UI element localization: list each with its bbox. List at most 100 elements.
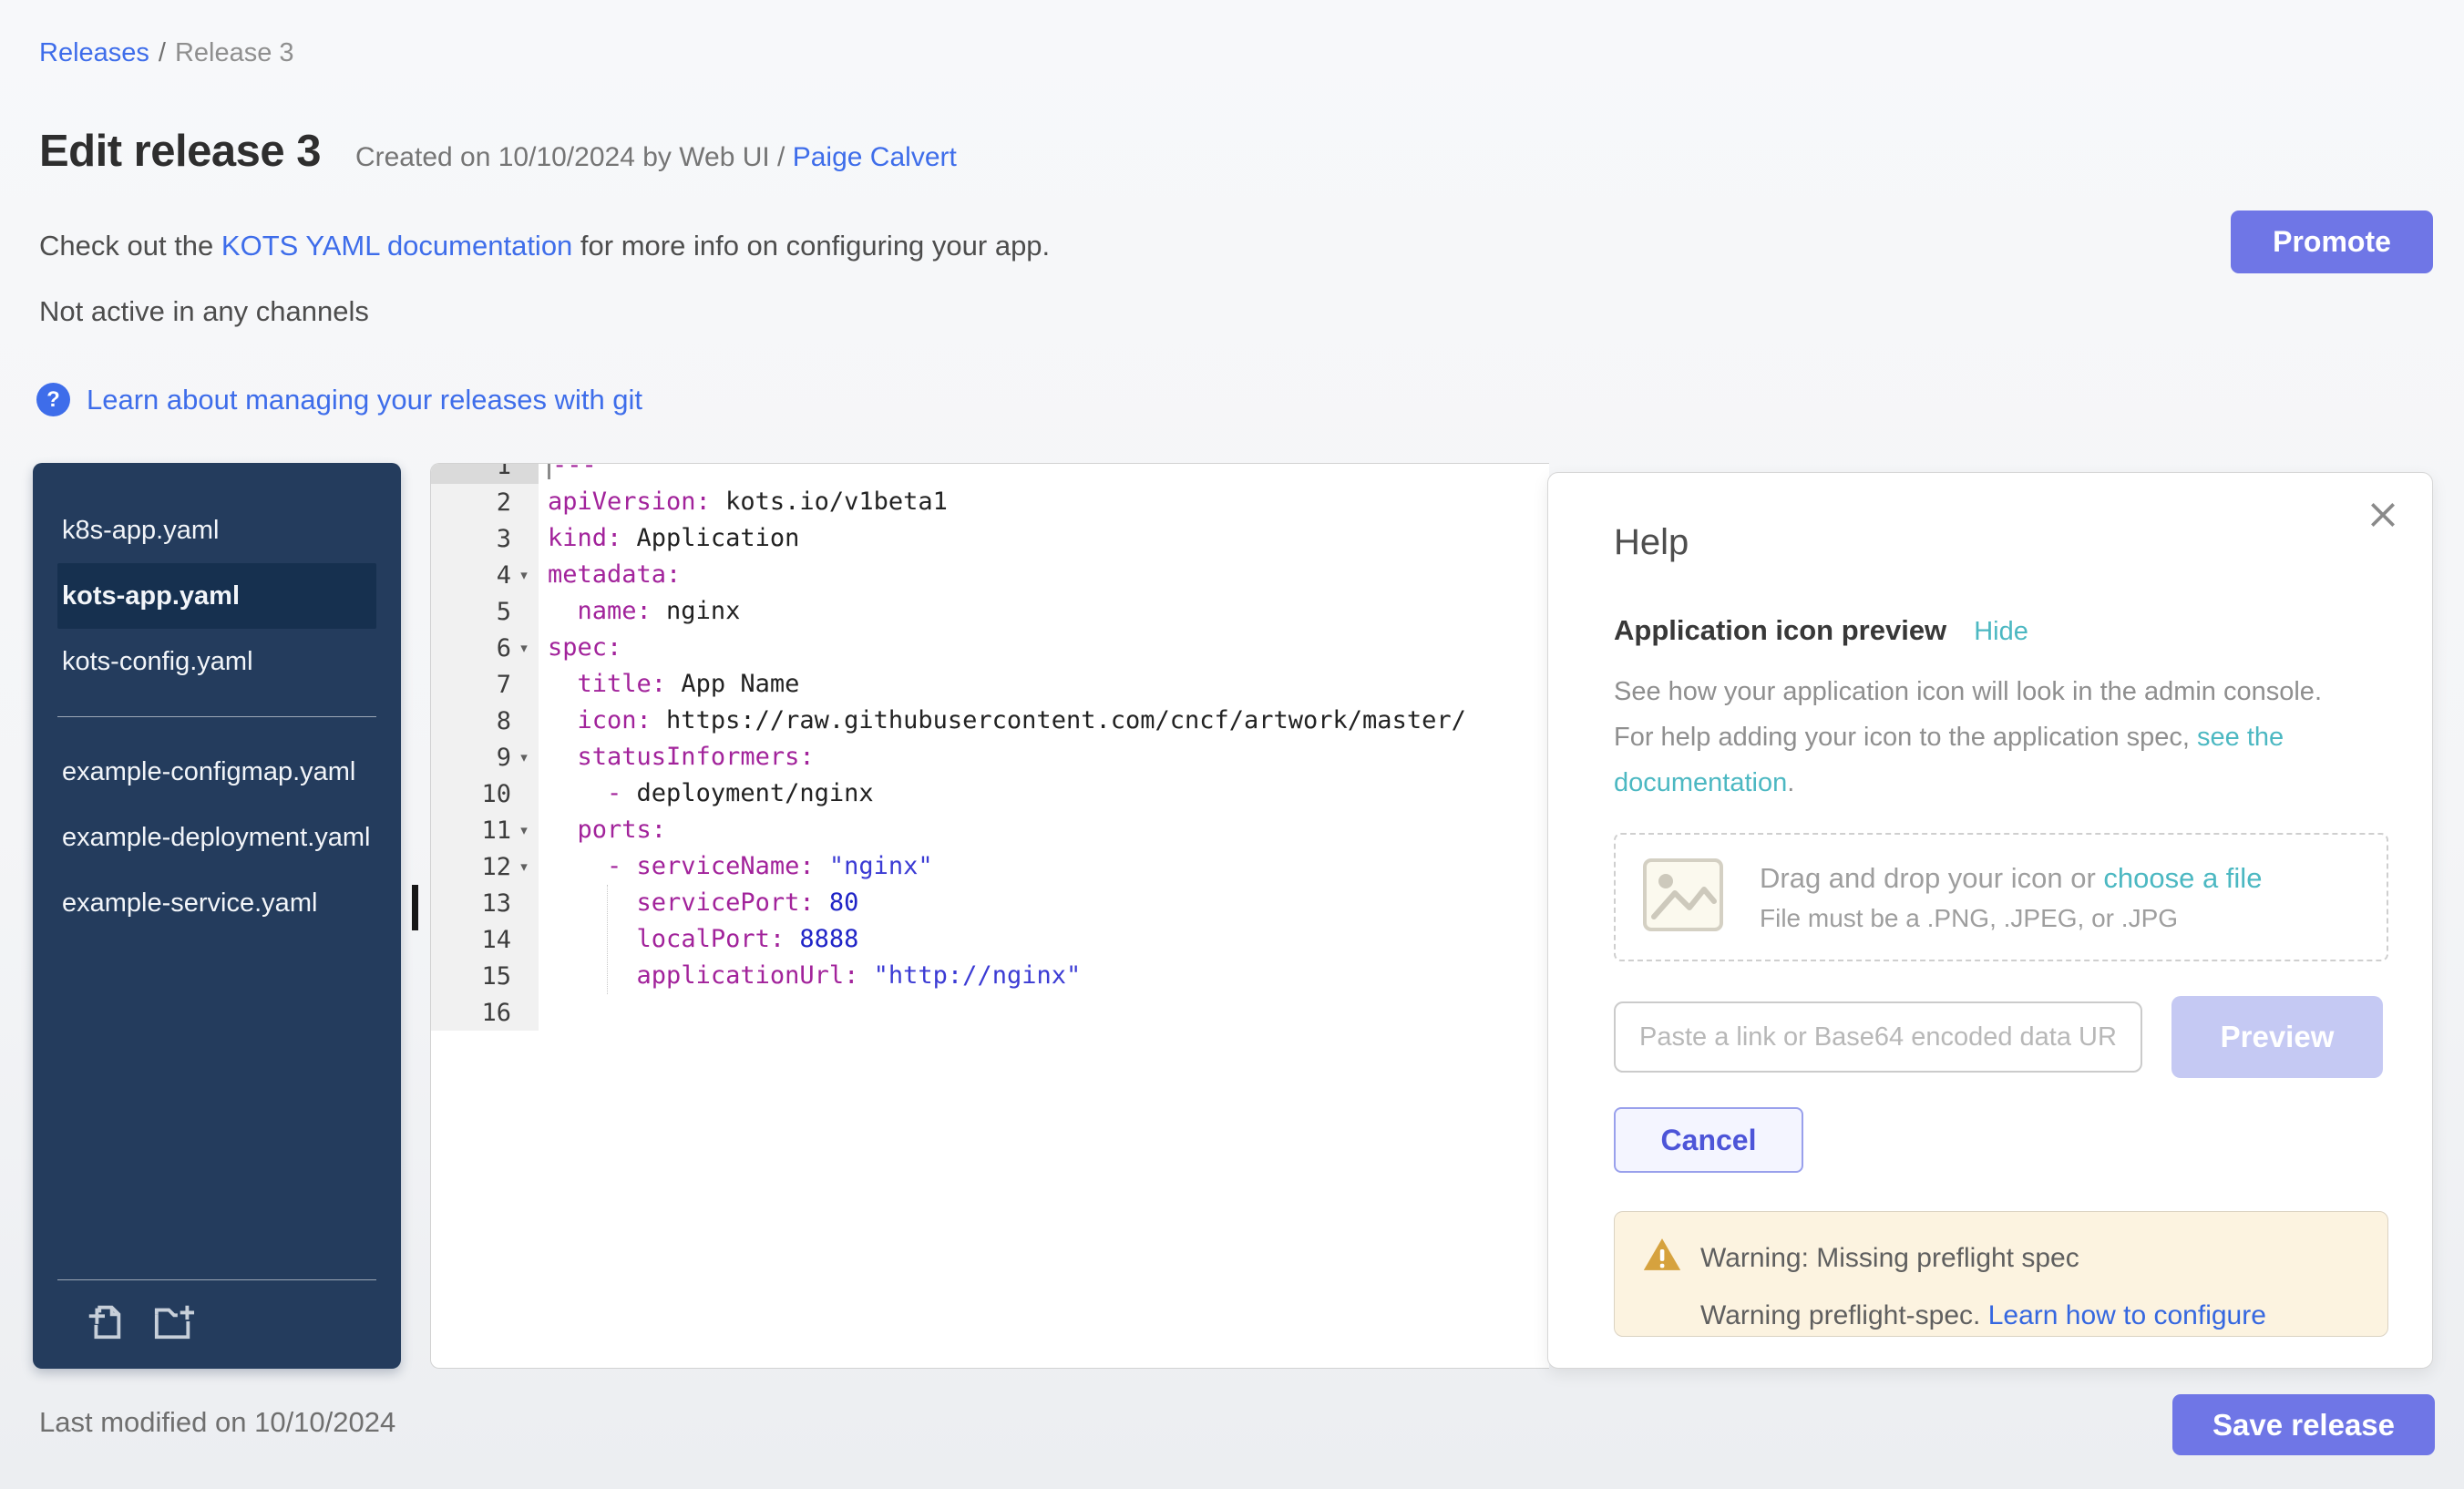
icon-url-row: Preview — [1614, 996, 2387, 1078]
icon-url-input[interactable] — [1614, 1001, 2142, 1073]
line-number: 10 — [481, 780, 511, 808]
line-number: 14 — [481, 926, 511, 954]
text-cursor — [548, 463, 550, 479]
image-placeholder-icon — [1641, 853, 1725, 941]
file-list: k8s-app.yamlkots-app.yamlkots-config.yam… — [33, 498, 401, 936]
gutter-row: 5 — [431, 593, 539, 630]
fold-arrow-icon[interactable]: ▾ — [511, 640, 537, 656]
breadcrumb-current: Release 3 — [175, 38, 294, 67]
gutter-row: 15 — [431, 958, 539, 994]
file-tree-sidebar: k8s-app.yamlkots-app.yamlkots-config.yam… — [33, 463, 401, 1369]
hide-link[interactable]: Hide — [1974, 617, 2028, 647]
line-number: 9 — [497, 744, 511, 772]
code-line[interactable]: applicationUrl: "http://nginx" — [548, 958, 1549, 994]
sidebar-file-item[interactable]: example-service.yaml — [57, 870, 376, 936]
code-line[interactable]: statusInformers: — [548, 739, 1549, 775]
code-line[interactable]: icon: https://raw.githubusercontent.com/… — [548, 703, 1549, 739]
sidebar-file-item[interactable]: kots-app.yaml — [57, 563, 376, 629]
created-text: Created on 10/10/2024 by Web UI / — [355, 142, 785, 172]
line-number: 11 — [481, 816, 511, 845]
code-line[interactable] — [548, 994, 1549, 1031]
indent-guide — [607, 885, 608, 994]
created-meta: Created on 10/10/2024 by Web UI / Paige … — [355, 142, 957, 173]
code-line[interactable]: metadata: — [548, 557, 1549, 593]
editor-code-area[interactable]: ---apiVersion: kots.io/v1beta1kind: Appl… — [539, 463, 1549, 1031]
git-releases-link[interactable]: Learn about managing your releases with … — [87, 384, 642, 416]
code-line[interactable]: localPort: 8888 — [548, 921, 1549, 958]
channel-status-text: Not active in any channels — [39, 295, 369, 328]
line-number: 16 — [481, 999, 511, 1027]
code-line[interactable]: apiVersion: kots.io/v1beta1 — [548, 484, 1549, 520]
line-number: 13 — [481, 889, 511, 918]
gutter-row: 6▾ — [431, 630, 539, 666]
gutter-row: 13 — [431, 885, 539, 921]
code-line[interactable]: - serviceName: "nginx" — [548, 848, 1549, 885]
icon-preview-section-header: Application icon preview Hide — [1614, 614, 2387, 647]
line-number: 2 — [497, 488, 511, 517]
gutter-row: 3 — [431, 520, 539, 557]
line-number: 5 — [497, 598, 511, 626]
code-line[interactable]: kind: Application — [548, 520, 1549, 557]
sidebar-divider — [57, 716, 376, 717]
gutter-row: 9▾ — [431, 739, 539, 775]
sidebar-footer — [33, 1279, 401, 1369]
fold-arrow-icon[interactable]: ▾ — [511, 822, 537, 838]
code-line[interactable]: servicePort: 80 — [548, 885, 1549, 921]
fold-arrow-icon[interactable]: ▾ — [511, 567, 537, 583]
save-release-button[interactable]: Save release — [2172, 1394, 2435, 1455]
kots-yaml-docs-link[interactable]: KOTS YAML documentation — [221, 230, 572, 262]
gutter-row: 2 — [431, 484, 539, 520]
fold-arrow-icon[interactable]: ▾ — [511, 858, 537, 875]
icon-preview-description: See how your application icon will look … — [1614, 669, 2361, 806]
help-title: Help — [1614, 522, 2387, 563]
help-close-button[interactable] — [2365, 497, 2401, 533]
gutter-row: 14 — [431, 921, 539, 958]
code-line[interactable]: title: App Name — [548, 666, 1549, 703]
promote-button[interactable]: Promote — [2231, 211, 2433, 273]
docs-text-after: for more info on configuring your app. — [572, 230, 1050, 262]
add-file-icon[interactable] — [84, 1300, 126, 1347]
gutter-row: 1 — [431, 463, 539, 484]
line-number: 3 — [497, 525, 511, 553]
sidebar-footer-divider — [57, 1279, 376, 1280]
warning-detail: Warning preflight-spec. Learn how to con… — [1642, 1300, 2360, 1331]
gutter-row: 12▾ — [431, 848, 539, 885]
breadcrumb-separator: / — [159, 38, 166, 67]
icon-dropzone[interactable]: Drag and drop your icon or choose a file… — [1614, 833, 2388, 961]
icon-preview-title: Application icon preview — [1614, 614, 1946, 647]
code-line[interactable]: spec: — [548, 630, 1549, 666]
title-row: Edit release 3 Created on 10/10/2024 by … — [39, 126, 957, 177]
line-number: 1 — [497, 463, 511, 480]
sidebar-file-item[interactable]: k8s-app.yaml — [57, 498, 376, 563]
gutter-row: 8 — [431, 703, 539, 739]
last-modified-text: Last modified on 10/10/2024 — [39, 1406, 395, 1439]
choose-file-link[interactable]: choose a file — [2103, 862, 2262, 894]
code-line[interactable]: --- — [548, 463, 1549, 484]
breadcrumb: Releases / Release 3 — [39, 38, 294, 68]
sidebar-file-item[interactable]: example-configmap.yaml — [57, 739, 376, 805]
close-icon — [2365, 497, 2401, 533]
sidebar-file-item[interactable]: kots-config.yaml — [57, 629, 376, 694]
gutter-row: 10 — [431, 775, 539, 812]
add-folder-icon[interactable] — [151, 1300, 197, 1347]
fold-arrow-icon[interactable]: ▾ — [511, 749, 537, 765]
line-number: 15 — [481, 962, 511, 991]
breadcrumb-releases-link[interactable]: Releases — [39, 38, 149, 67]
code-line[interactable]: name: nginx — [548, 593, 1549, 630]
dropzone-hint: File must be a .PNG, .JPEG, or .JPG — [1760, 904, 2262, 933]
gutter-row: 11▾ — [431, 812, 539, 848]
warning-title: Warning: Missing preflight spec — [1700, 1243, 2079, 1274]
created-by-link[interactable]: Paige Calvert — [793, 142, 957, 172]
page-title: Edit release 3 — [39, 126, 321, 177]
warning-triangle-icon — [1642, 1236, 1682, 1280]
yaml-editor: 1234▾56▾789▾1011▾12▾13141516 ---apiVersi… — [430, 463, 1549, 1369]
code-line[interactable]: - deployment/nginx — [548, 775, 1549, 812]
code-line[interactable]: ports: — [548, 812, 1549, 848]
learn-how-to-configure-link[interactable]: Learn how to configure — [1988, 1300, 2266, 1330]
preview-button[interactable]: Preview — [2171, 996, 2383, 1078]
cancel-button[interactable]: Cancel — [1614, 1107, 1803, 1173]
git-help-row: ? Learn about managing your releases wit… — [36, 383, 642, 416]
sidebar-file-item[interactable]: example-deployment.yaml — [57, 805, 376, 870]
editor-gutter: 1234▾56▾789▾1011▾12▾13141516 — [431, 463, 539, 1031]
gutter-row: 7 — [431, 666, 539, 703]
